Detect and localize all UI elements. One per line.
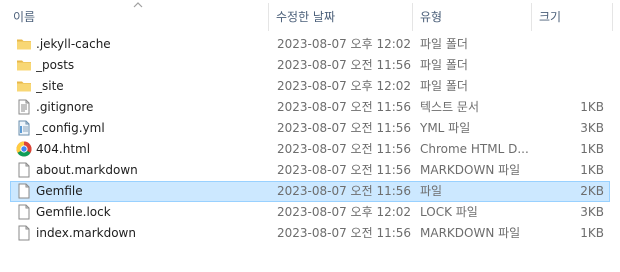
file-row[interactable]: 404.html 2023-08-07 오전 11:56 Chrome HTML… <box>10 139 610 160</box>
column-divider[interactable] <box>412 3 413 31</box>
file-size: 1KB <box>580 226 604 240</box>
file-row[interactable]: Gemfile 2023-08-07 오전 11:56 파일 2KB <box>10 181 610 202</box>
file-name: _config.yml <box>36 121 105 135</box>
file-date: 2023-08-07 오전 11:56 <box>277 184 412 198</box>
blank-file-icon <box>16 225 32 241</box>
file-size: 2KB <box>580 184 604 198</box>
file-size <box>530 76 604 97</box>
file-date: 2023-08-07 오전 11:56 <box>277 142 412 156</box>
file-size <box>530 55 604 76</box>
sort-ascending-icon <box>133 2 143 8</box>
file-type: Chrome HTML D... <box>420 142 529 156</box>
chrome-icon <box>16 141 32 157</box>
column-divider[interactable] <box>531 3 532 31</box>
file-type: YML 파일 <box>420 121 471 135</box>
file-row[interactable]: .gitignore 2023-08-07 오전 11:56 텍스트 문서 1K… <box>10 97 610 118</box>
file-date: 2023-08-07 오후 12:02 <box>277 79 412 93</box>
folder-icon <box>16 57 32 73</box>
file-size: 1KB <box>580 163 604 177</box>
file-name: _site <box>36 79 64 93</box>
file-row[interactable]: about.markdown 2023-08-07 오전 11:56 MARKD… <box>10 160 610 181</box>
folder-icon <box>16 36 32 52</box>
file-size: 1KB <box>580 100 604 114</box>
file-row[interactable]: .jekyll-cache 2023-08-07 오후 12:02 파일 폴더 <box>10 34 610 55</box>
file-size <box>530 34 604 55</box>
file-row[interactable]: index.markdown 2023-08-07 오전 11:56 MARKD… <box>10 223 610 244</box>
file-name: .gitignore <box>36 100 94 114</box>
column-date-header[interactable]: 수정한 날짜 <box>276 0 335 34</box>
file-row[interactable]: Gemfile.lock 2023-08-07 오후 12:02 LOCK 파일… <box>10 202 610 223</box>
file-date: 2023-08-07 오전 11:56 <box>277 58 412 72</box>
yml-file-icon <box>16 120 32 136</box>
file-type: LOCK 파일 <box>420 205 478 219</box>
blank-file-icon <box>16 162 32 178</box>
file-name: .jekyll-cache <box>36 37 111 51</box>
column-type-header[interactable]: 유형 <box>420 0 442 34</box>
column-divider[interactable] <box>268 3 269 31</box>
file-type: MARKDOWN 파일 <box>420 163 521 177</box>
file-name: about.markdown <box>36 163 138 177</box>
column-name-header[interactable]: 이름 <box>13 0 35 34</box>
file-name: Gemfile <box>36 184 83 198</box>
text-document-icon <box>16 99 32 115</box>
file-size: 3KB <box>580 205 604 219</box>
file-date: 2023-08-07 오후 12:02 <box>277 205 412 219</box>
file-date: 2023-08-07 오전 11:56 <box>277 226 412 240</box>
file-type: 텍스트 문서 <box>420 100 480 114</box>
blank-file-icon <box>16 204 32 220</box>
blank-file-icon <box>16 183 32 199</box>
file-type: 파일 폴더 <box>420 58 468 72</box>
file-row[interactable]: _site 2023-08-07 오후 12:02 파일 폴더 <box>10 76 610 97</box>
file-size: 1KB <box>580 142 604 156</box>
file-name: index.markdown <box>36 226 136 240</box>
file-date: 2023-08-07 오전 11:56 <box>277 121 412 135</box>
file-name: Gemfile.lock <box>36 205 111 219</box>
file-date: 2023-08-07 오전 11:56 <box>277 163 412 177</box>
file-size: 3KB <box>580 121 604 135</box>
file-type: 파일 <box>420 184 443 198</box>
column-size-header[interactable]: 크기 <box>539 0 561 34</box>
file-type: MARKDOWN 파일 <box>420 226 521 240</box>
file-type: 파일 폴더 <box>420 79 468 93</box>
file-row[interactable]: _posts 2023-08-07 오전 11:56 파일 폴더 <box>10 55 610 76</box>
column-header: 이름 수정한 날짜 유형 크기 <box>0 0 620 34</box>
file-row[interactable]: _config.yml 2023-08-07 오전 11:56 YML 파일 3… <box>10 118 610 139</box>
file-date: 2023-08-07 오전 11:56 <box>277 100 412 114</box>
folder-icon <box>16 78 32 94</box>
file-date: 2023-08-07 오후 12:02 <box>277 37 412 51</box>
file-name: _posts <box>36 58 75 72</box>
column-divider[interactable] <box>612 3 613 31</box>
file-name: 404.html <box>36 142 91 156</box>
file-type: 파일 폴더 <box>420 37 468 51</box>
